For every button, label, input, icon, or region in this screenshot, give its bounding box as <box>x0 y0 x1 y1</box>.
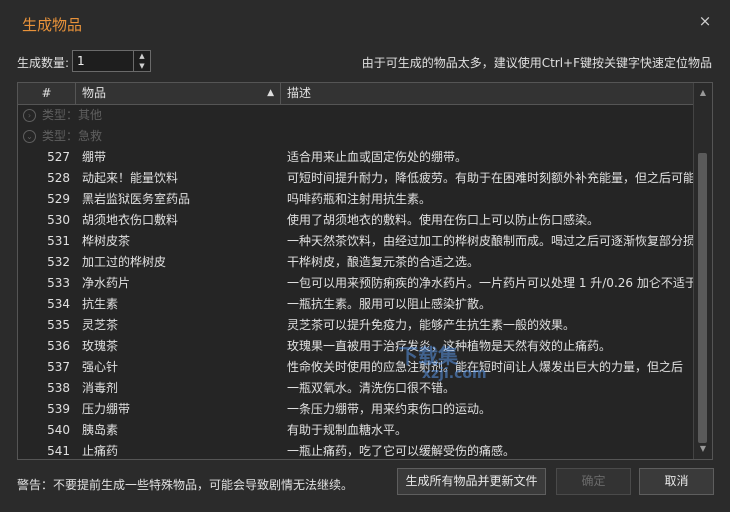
group-label: 类型：其他 <box>42 108 103 122</box>
table-row[interactable]: 529 黑岩监狱医务室药品 吗啡药瓶和注射用抗生素。 <box>18 189 694 210</box>
scroll-up-icon[interactable]: ▲ <box>694 85 712 101</box>
row-item-name: 胰岛素 <box>82 423 119 437</box>
table-header: # 物品 ▲ 描述 <box>18 83 694 105</box>
search-hint: 由于可生成的物品太多，建议使用Ctrl+F键按关键字快速定位物品 <box>361 56 712 70</box>
table-row[interactable]: 537 强心针 性命攸关时使用的应急注射剂。能在短时间让人爆发出巨大的力量，但之后 <box>18 357 694 378</box>
row-number: 537 <box>47 360 70 374</box>
row-item-name: 压力绷带 <box>82 402 131 416</box>
quantity-label: 生成数量: <box>17 56 70 70</box>
close-icon[interactable]: × <box>698 14 712 29</box>
row-item-name: 消毒剂 <box>82 381 119 395</box>
column-header-desc[interactable]: 描述 <box>281 83 694 104</box>
row-item-name: 止痛药 <box>82 444 119 458</box>
table-row[interactable]: 535 灵芝茶 灵芝茶可以提升免疫力，能够产生抗生素一般的效果。 <box>18 315 694 336</box>
table-row[interactable]: 528 动起来！能量饮料 可短时间提升耐力，降低疲劳。有助于在困难时刻额外补充能量，… <box>18 168 694 189</box>
row-description: 有助于规制血糖水平。 <box>287 423 408 437</box>
row-item-name: 净水药片 <box>82 276 131 290</box>
table-row[interactable]: 539 压力绷带 一条压力绷带，用来约束伤口的运动。 <box>18 399 694 420</box>
table-row[interactable]: 533 净水药片 一包可以用来预防痢疾的净水药片。一片药片可以处理 1 升/0.26… <box>18 273 694 294</box>
row-item-name: 强心针 <box>82 360 119 374</box>
title-bar: 生成物品 × <box>0 0 730 44</box>
row-description: 一种天然茶饮料，由经过加工的桦树皮酿制而成。喝过之后可逐渐恢复部分损 <box>287 234 694 248</box>
row-description: 灵芝茶可以提升免疫力，能够产生抗生素一般的效果。 <box>287 318 576 332</box>
expand-icon[interactable]: › <box>23 109 36 122</box>
scroll-thumb[interactable] <box>698 153 707 443</box>
row-number: 530 <box>47 213 70 227</box>
spin-up-icon[interactable]: ▲ <box>134 51 150 61</box>
row-description: 一瓶止痛药，吃了它可以缓解受伤的痛感。 <box>287 444 516 458</box>
row-item-name: 黑岩监狱医务室药品 <box>82 192 191 206</box>
row-number: 531 <box>47 234 70 248</box>
row-number: 529 <box>47 192 70 206</box>
quantity-input[interactable] <box>73 51 133 71</box>
row-description: 使用了胡须地衣的敷料。使用在伤口上可以防止伤口感染。 <box>287 213 600 227</box>
row-item-name: 加工过的桦树皮 <box>82 255 167 269</box>
row-item-name: 玫瑰茶 <box>82 339 119 353</box>
row-description: 适合用来止血或固定伤处的绷带。 <box>287 150 468 164</box>
table-row[interactable]: 530 胡须地衣伤口敷料 使用了胡须地衣的敷料。使用在伤口上可以防止伤口感染。 <box>18 210 694 231</box>
ok-button[interactable]: 确定 <box>556 468 631 495</box>
row-number: 539 <box>47 402 70 416</box>
row-number: 532 <box>47 255 70 269</box>
row-item-name: 桦树皮茶 <box>82 234 131 248</box>
spin-down-icon[interactable]: ▼ <box>134 61 150 71</box>
table-row[interactable]: 527 绷带 适合用来止血或固定伤处的绷带。 <box>18 147 694 168</box>
table-row[interactable]: 541 止痛药 一瓶止痛药，吃了它可以缓解受伤的痛感。 <box>18 441 694 459</box>
row-number: 540 <box>47 423 70 437</box>
row-number: 541 <box>47 444 70 458</box>
row-description: 一瓶双氧水。清洗伤口很不错。 <box>287 381 456 395</box>
table-row[interactable]: 534 抗生素 一瓶抗生素。服用可以阻止感染扩散。 <box>18 294 694 315</box>
row-description: 可短时间提升耐力，降低疲劳。有助于在困难时刻额外补充能量，但之后可能 <box>287 171 694 185</box>
row-number: 535 <box>47 318 70 332</box>
cancel-button[interactable]: 取消 <box>639 468 714 495</box>
row-item-name: 灵芝茶 <box>82 318 119 332</box>
column-header-item[interactable]: 物品 ▲ <box>76 83 281 104</box>
row-number: 533 <box>47 276 70 290</box>
row-number: 538 <box>47 381 70 395</box>
table-row[interactable]: 532 加工过的桦树皮 干桦树皮，酿造复元茶的合适之选。 <box>18 252 694 273</box>
row-number: 527 <box>47 150 70 164</box>
row-description: 一条压力绷带，用来约束伤口的运动。 <box>287 402 492 416</box>
dialog-title: 生成物品 <box>22 16 83 34</box>
quantity-stepper[interactable]: ▲ ▼ <box>72 50 151 72</box>
row-description: 一包可以用来预防痢疾的净水药片。一片药片可以处理 1 升/0.26 加仑不适于 <box>287 276 694 290</box>
group-row[interactable]: ⌄ 类型：急救 <box>18 126 694 147</box>
table-row[interactable]: 538 消毒剂 一瓶双氧水。清洗伤口很不错。 <box>18 378 694 399</box>
row-item-name: 动起来！能量饮料 <box>82 171 179 185</box>
row-number: 528 <box>47 171 70 185</box>
row-item-name: 抗生素 <box>82 297 119 311</box>
row-item-name: 胡须地衣伤口敷料 <box>82 213 179 227</box>
column-header-item-label: 物品 <box>82 86 107 100</box>
quantity-spin[interactable]: ▲ ▼ <box>133 51 150 71</box>
row-number: 536 <box>47 339 70 353</box>
generate-all-button[interactable]: 生成所有物品并更新文件 <box>397 468 546 495</box>
collapse-icon[interactable]: ⌄ <box>23 130 36 143</box>
row-item-name: 绷带 <box>82 150 107 164</box>
scroll-down-icon[interactable]: ▼ <box>694 441 712 457</box>
column-header-num[interactable]: # <box>18 83 76 104</box>
row-number: 534 <box>47 297 70 311</box>
group-label: 类型：急救 <box>42 129 103 143</box>
row-description: 玫瑰果一直被用于治疗发炎，这种植物是天然有效的止痛药。 <box>287 339 612 353</box>
row-description: 性命攸关时使用的应急注射剂。能在短时间让人爆发出巨大的力量，但之后 <box>287 360 684 374</box>
table-row[interactable]: 540 胰岛素 有助于规制血糖水平。 <box>18 420 694 441</box>
table-row[interactable]: 536 玫瑰茶 玫瑰果一直被用于治疗发炎，这种植物是天然有效的止痛药。 <box>18 336 694 357</box>
row-description: 干桦树皮，酿造复元茶的合适之选。 <box>287 255 480 269</box>
row-description: 一瓶抗生素。服用可以阻止感染扩散。 <box>287 297 492 311</box>
table-body: › 类型：其他 ⌄ 类型：急救 527 绷带 适合用来止血或固定伤处的绷带。 528 动起来！能… <box>18 105 694 459</box>
vertical-scrollbar[interactable]: ▲ ▼ <box>693 83 712 459</box>
warning-text: 警告：不要提前生成一些特殊物品，可能会导致剧情无法继续。 <box>17 478 354 492</box>
table-row[interactable]: 531 桦树皮茶 一种天然茶饮料，由经过加工的桦树皮酿制而成。喝过之后可逐渐恢复部分… <box>18 231 694 252</box>
group-row[interactable]: › 类型：其他 <box>18 105 694 126</box>
items-table: # 物品 ▲ 描述 › 类型：其他 ⌄ 类型：急救 527 绷带 适合用来止血或固定伤处的绷… <box>17 82 713 460</box>
sort-ascending-icon: ▲ <box>267 88 274 98</box>
row-description: 吗啡药瓶和注射用抗生素。 <box>287 192 432 206</box>
